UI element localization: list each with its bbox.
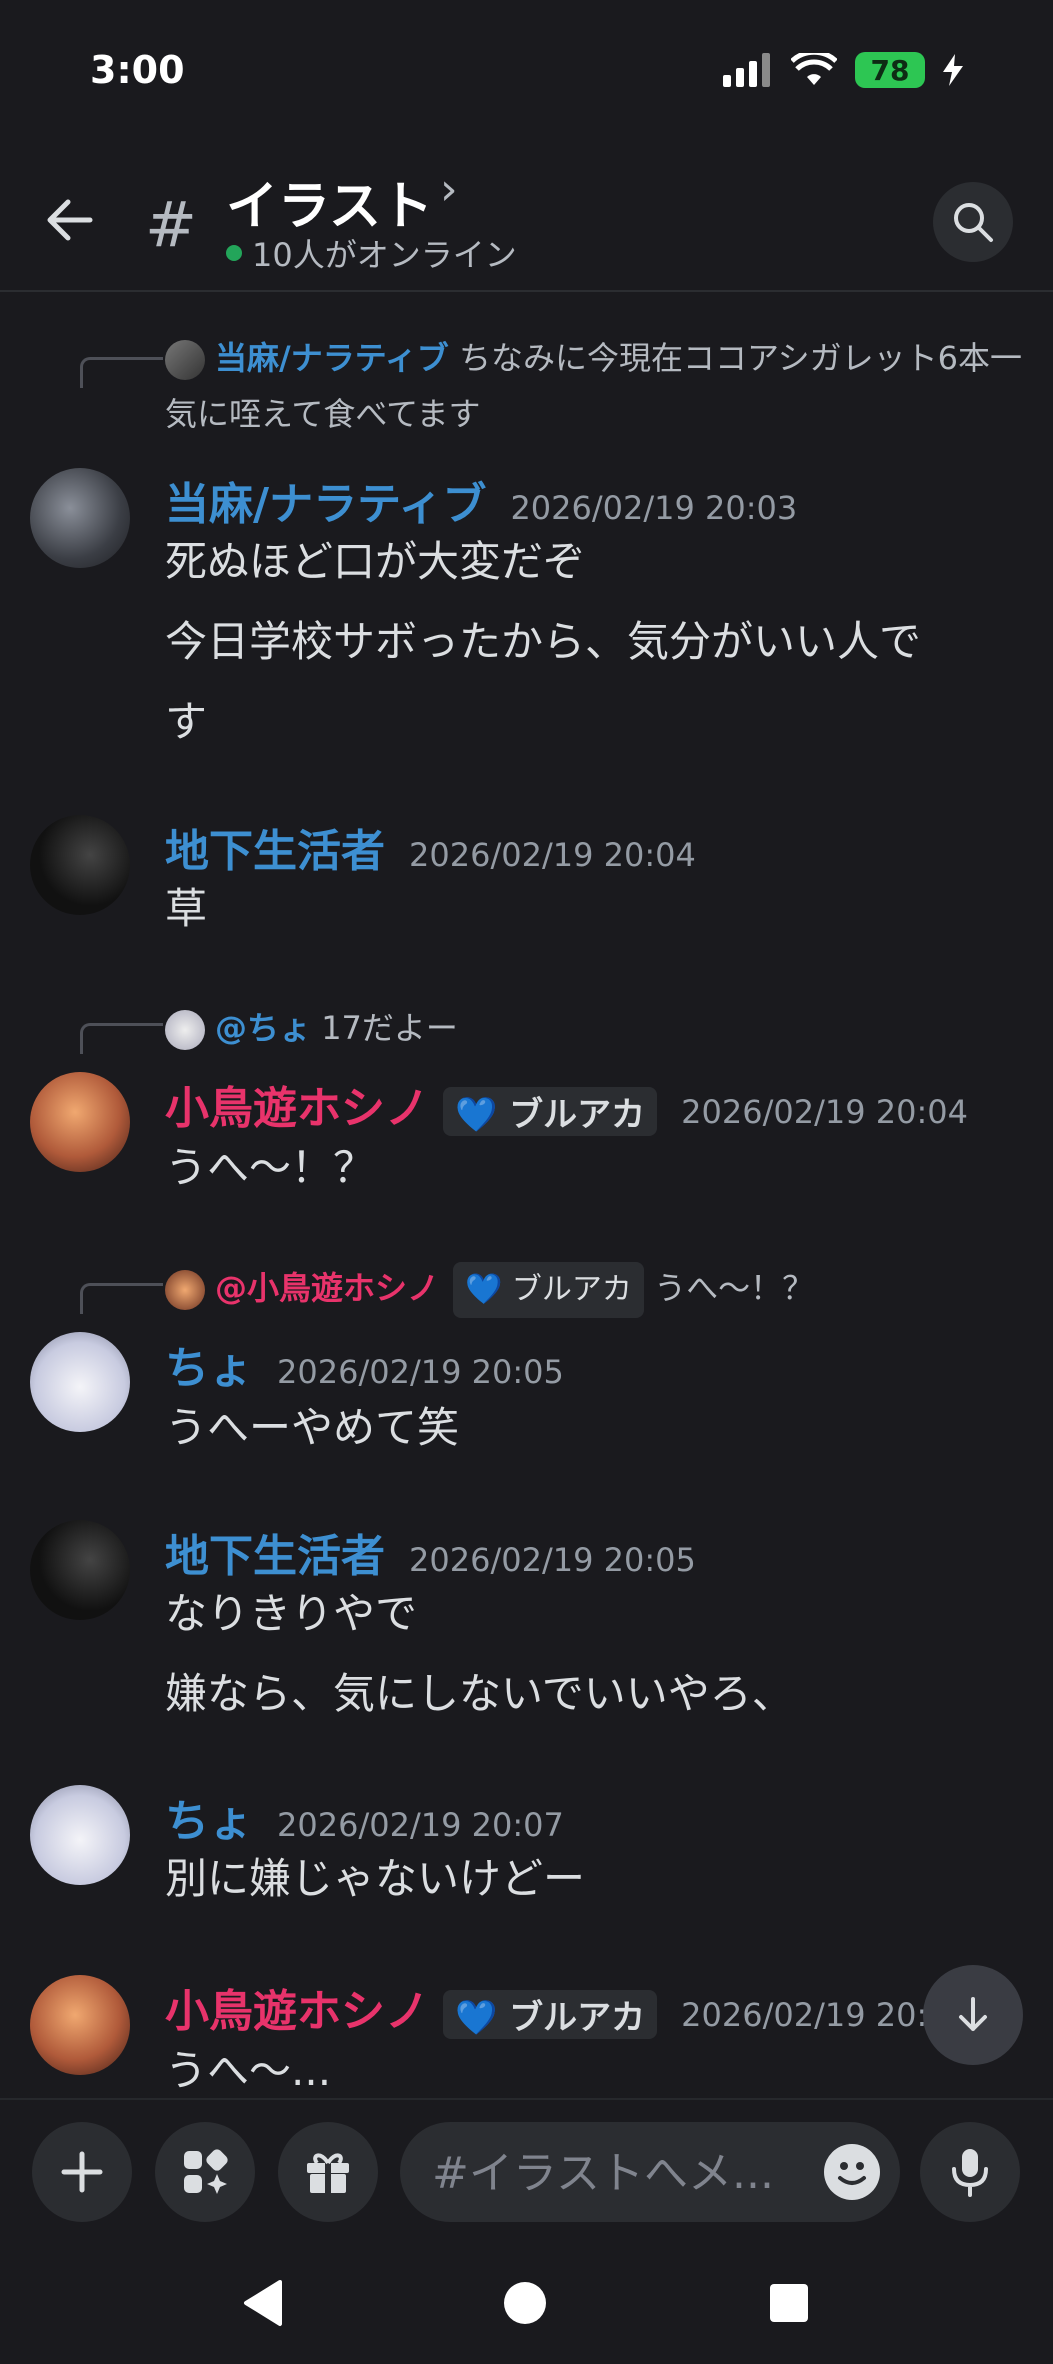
system-nav-bar: [0, 2248, 1053, 2364]
add-attachment-button[interactable]: [32, 2122, 132, 2222]
online-text: 10人がオンライン: [252, 236, 517, 274]
wifi-icon: [791, 53, 837, 85]
message-body: 草: [165, 869, 1005, 949]
nav-back-icon[interactable]: [240, 2278, 286, 2328]
online-count: 10人がオンライン: [226, 230, 517, 276]
apps-icon: [184, 2149, 228, 2194]
author-name-text: ちょ: [165, 1343, 253, 1394]
timestamp: 2026/02/19 20:05: [277, 1353, 564, 1391]
author-name-text: 小鳥遊ホシノ: [165, 1986, 429, 2037]
reply-preview[interactable]: @小鳥遊ホシノ 💙 ブルアカ うへ～！？: [165, 1260, 814, 1318]
author-name[interactable]: 小鳥遊ホシノ 💙 ブルアカ 2026/02/19 20:04: [165, 1072, 968, 1136]
smiley-icon: [838, 2162, 866, 2185]
message-body: なりきりやで 嫌なら、気にしないでいいやろ、: [165, 1574, 1005, 1734]
message-body: うへーやめて笑: [165, 1388, 1005, 1468]
message-input-container[interactable]: [400, 2122, 900, 2222]
reply-author: 当麻/ナラティブ: [215, 339, 449, 377]
message-body: 別に嫌じゃないけどー: [165, 1839, 1005, 1919]
avatar[interactable]: [30, 1520, 130, 1620]
reply-text: うへ～！？: [654, 1269, 815, 1307]
reply-avatar: [165, 340, 205, 380]
apps-button[interactable]: [155, 2122, 255, 2222]
avatar[interactable]: [30, 468, 130, 568]
voice-message-button[interactable]: [920, 2122, 1020, 2222]
message-line: 嫌なら、気にしないでいいやろ、: [165, 1669, 794, 1718]
channel-name[interactable]: イラスト: [226, 164, 433, 239]
microphone-icon: [952, 2149, 988, 2197]
reply-connector: [80, 1023, 163, 1054]
reply-avatar: [165, 1010, 205, 1050]
message-list[interactable]: 当麻/ナラティブ ちなみに今現在ココアシガレット6本一気に咥えて食べてます 当麻…: [0, 290, 1053, 2098]
author-name[interactable]: ちょ 2026/02/19 20:05: [165, 1332, 564, 1396]
message-body: 死ぬほど口が大変だぞ 今日学校サボったから、気分がいい人で す: [165, 522, 1005, 762]
reply-preview[interactable]: 当麻/ナラティブ ちなみに今現在ココアシガレット6本一気に咥えて食べてます: [165, 330, 1025, 442]
reply-connector: [80, 357, 163, 388]
channel-header: # イラスト › 10人がオンライン: [0, 150, 1053, 292]
message-line: 死ぬほど口が大変だぞ: [165, 537, 586, 586]
reply-author: @ちょ: [215, 1009, 312, 1047]
chevron-right-icon[interactable]: ›: [440, 164, 458, 215]
battery-indicator: 78: [855, 52, 925, 88]
channel-hash-icon: #: [145, 188, 197, 261]
reply-text: 17だよー: [321, 1009, 458, 1047]
message-line: うへ～！？: [165, 1143, 376, 1192]
author-name-text: 小鳥遊ホシノ: [165, 1083, 429, 1134]
online-dot-icon: [226, 245, 242, 261]
plus-icon: [61, 2151, 103, 2193]
nav-recents-icon[interactable]: [766, 2278, 812, 2328]
reply-avatar: [165, 1270, 205, 1310]
message-line: 別に嫌じゃないけどー: [165, 1854, 586, 1903]
author-name[interactable]: 小鳥遊ホシノ 💙 ブルアカ 2026/02/19 20:0: [165, 1975, 948, 2039]
jump-to-latest-button[interactable]: [923, 1965, 1023, 2065]
arrow-down-icon: [959, 1997, 987, 2031]
avatar[interactable]: [30, 815, 130, 915]
gift-icon: [307, 2153, 349, 2193]
message-line: す: [165, 697, 208, 746]
message-line: うへ～...: [165, 2046, 332, 2095]
back-arrow-icon[interactable]: [40, 190, 100, 250]
message-line: なりきりやで: [165, 1589, 418, 1638]
timestamp: 2026/02/19 20:0: [681, 1996, 948, 2034]
message-body: うへ～...: [165, 2031, 1005, 2098]
avatar[interactable]: [30, 1072, 130, 1172]
message-line: 草: [165, 884, 208, 933]
timestamp: 2026/02/19 20:04: [681, 1093, 968, 1131]
avatar[interactable]: [30, 1785, 130, 1885]
emoji-button[interactable]: [824, 2144, 880, 2200]
clock: 3:00: [90, 48, 185, 92]
status-icons: 78: [723, 52, 963, 88]
nav-home-icon[interactable]: [502, 2278, 548, 2328]
gift-button[interactable]: [278, 2122, 378, 2222]
message-line: 今日学校サボったから、気分がいい人で: [165, 617, 922, 666]
search-button[interactable]: [933, 182, 1013, 262]
message-composer: [0, 2098, 1053, 2250]
charging-icon: [943, 54, 963, 86]
avatar[interactable]: [30, 1975, 130, 2075]
message-input[interactable]: [430, 2142, 794, 2204]
message-body: うへ～！？: [165, 1128, 1005, 1208]
reply-preview[interactable]: @ちょ 17だよー: [165, 1000, 458, 1056]
reply-role-tag: 💙 ブルアカ: [453, 1262, 644, 1318]
message-line: うへーやめて笑: [165, 1403, 460, 1452]
reply-role-tag-label: ブルアカ: [511, 1272, 632, 1307]
search-icon: [954, 203, 993, 242]
reply-connector: [80, 1283, 163, 1314]
status-bar: 3:00 78: [0, 0, 1053, 150]
signal-icon: [723, 53, 770, 87]
reply-author: @小鳥遊ホシノ: [215, 1269, 440, 1307]
avatar[interactable]: [30, 1332, 130, 1432]
